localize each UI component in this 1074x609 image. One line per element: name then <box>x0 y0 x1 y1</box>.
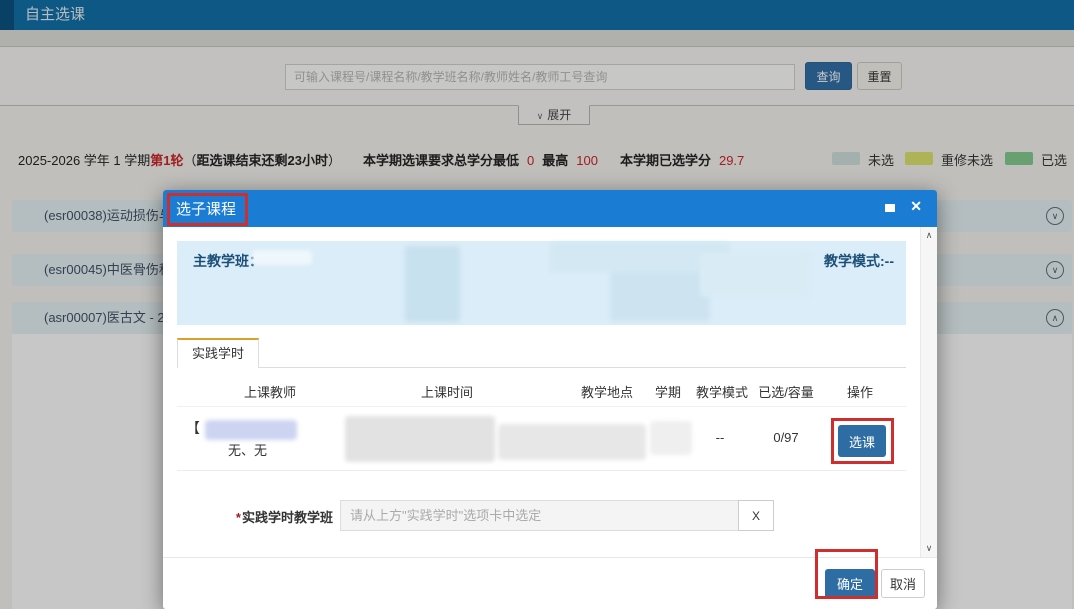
select-subcourse-modal: 选子课程 ✕ ∧ ∨ 主教学班： 教学模式:-- 实践学时 上课教师 上课时间 … <box>163 190 937 609</box>
mode-value: -- <box>700 430 740 445</box>
redacted-text <box>405 246 460 322</box>
redacted-class-time <box>345 416 495 462</box>
redacted-class-time <box>498 424 646 460</box>
table-divider <box>177 406 906 407</box>
modal-footer: 确定 取消 <box>163 557 937 609</box>
modal-title: 选子课程 <box>176 201 236 218</box>
column-header-time: 上课时间 <box>387 382 507 401</box>
page: 自主选课 查询 重置 ∨展开 2025-2026 学年 1 学期第1轮（距选课结… <box>0 0 1074 609</box>
tab-divider <box>259 367 906 368</box>
practice-class-input[interactable] <box>340 500 739 531</box>
teacher-bracket: 【 <box>186 418 200 438</box>
required-asterisk: * <box>236 510 241 525</box>
redacted-text <box>700 253 810 297</box>
confirm-button[interactable]: 确定 <box>825 569 875 598</box>
select-course-button[interactable]: 选课 <box>838 425 886 457</box>
chevron-up-icon[interactable]: ∧ <box>921 230 937 241</box>
modal-scrollbar[interactable]: ∧ ∨ <box>920 227 937 557</box>
annotation-box-title: 选子课程 <box>167 193 248 226</box>
teaching-mode-label: 教学模式:-- <box>824 251 894 271</box>
capacity-value: 0/97 <box>756 430 816 445</box>
column-header-action: 操作 <box>830 382 890 401</box>
teacher-subtext: 无、无 <box>228 440 267 459</box>
practice-class-field-label: *实践学时教学班 <box>215 507 333 526</box>
minimize-icon[interactable] <box>885 204 895 212</box>
redacted-location <box>650 421 692 455</box>
column-header-teacher: 上课教师 <box>210 382 330 401</box>
chevron-down-icon[interactable]: ∨ <box>921 543 937 554</box>
modal-header[interactable]: 选子课程 ✕ <box>163 190 937 227</box>
tab-practice-hours[interactable]: 实践学时 <box>177 338 259 368</box>
clear-input-button[interactable]: X <box>738 500 774 531</box>
column-header-location: 教学地点 <box>562 382 652 401</box>
redacted-text <box>252 250 312 265</box>
column-header-capacity: 已选/容量 <box>741 382 831 401</box>
redacted-text <box>610 271 710 321</box>
redacted-teacher-name <box>205 420 297 440</box>
close-icon[interactable]: ✕ <box>910 198 922 215</box>
cancel-button[interactable]: 取消 <box>881 569 925 598</box>
row-divider <box>177 470 906 471</box>
main-class-info-panel: 主教学班： 教学模式:-- <box>177 241 906 325</box>
